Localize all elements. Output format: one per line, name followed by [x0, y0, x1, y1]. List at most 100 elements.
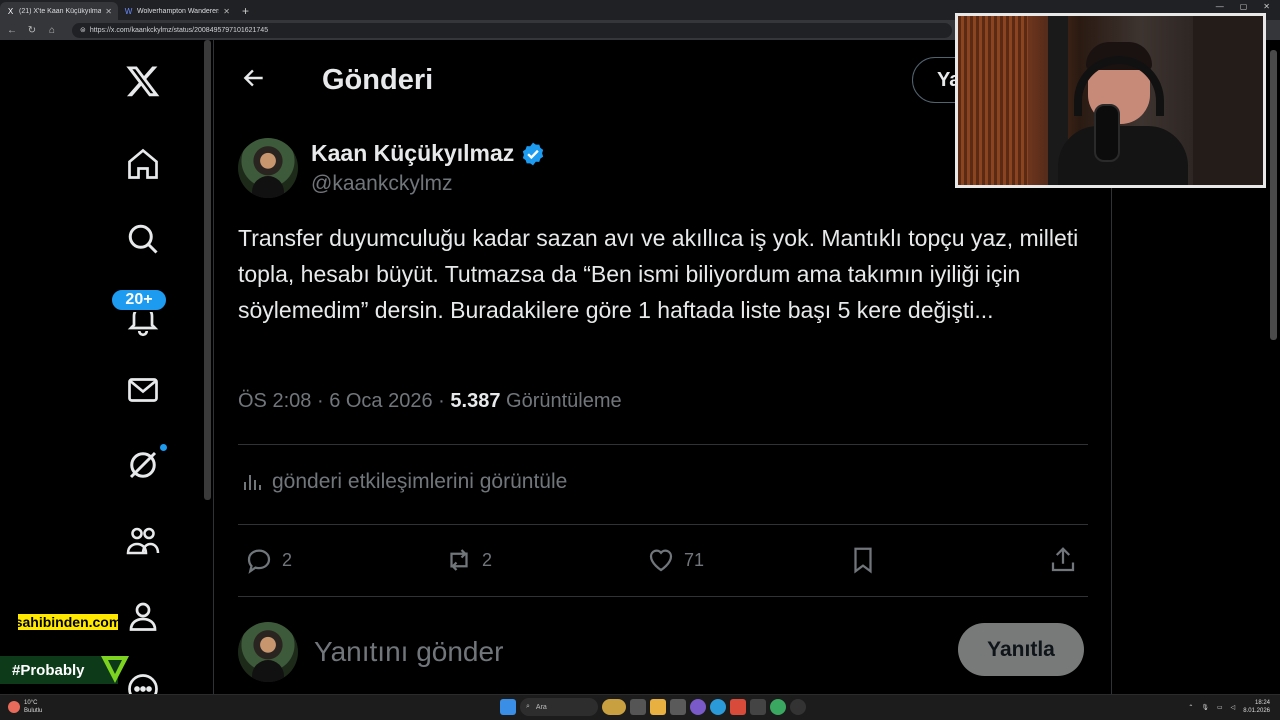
window-controls: — ▢ ✕ [1216, 2, 1270, 11]
chevron-up-icon[interactable]: ⌃ [1188, 704, 1193, 711]
system-tray: ⌃ 🎙 ▭ ◁ 18:24 8.01.2026 [1188, 699, 1270, 715]
like-count: 71 [684, 549, 705, 570]
url-field[interactable]: ⊜ https://x.com/kaankckylmz/status/20084… [72, 22, 952, 38]
probably-logo-icon [101, 656, 129, 683]
chrome-icon[interactable] [770, 699, 786, 715]
file-explorer-icon[interactable] [650, 699, 666, 715]
meta-separator: · [438, 390, 445, 412]
arrow-left-icon [243, 69, 263, 87]
app-icon[interactable] [750, 699, 766, 715]
share-icon [1051, 547, 1075, 572]
taskbar-search[interactable]: ⌕ Ara [520, 698, 598, 716]
author-handle[interactable]: @kaankckylmz [311, 172, 453, 196]
close-tab-icon[interactable]: ✕ [223, 7, 230, 16]
reply-input[interactable]: Yanıtını gönder [314, 636, 503, 668]
views-count: 5.387 [450, 390, 501, 412]
clock-date: 8.01.2026 [1243, 708, 1270, 714]
views-label: Görüntüleme [506, 390, 622, 412]
like-action[interactable]: 71 [646, 538, 704, 582]
verified-badge-icon [523, 142, 544, 165]
communities-icon[interactable] [122, 520, 164, 562]
author-name-text: Kaan Küçükyılmaz [311, 140, 515, 166]
repost-action[interactable]: 2 [444, 538, 492, 582]
search-icon[interactable] [122, 218, 164, 260]
app-icon[interactable] [730, 699, 746, 715]
app-icon[interactable] [690, 699, 706, 715]
taskbar-search-placeholder: Ara [535, 703, 547, 711]
reply-submit-button[interactable]: Yanıtla [958, 623, 1084, 676]
meta-separator: · [316, 390, 324, 412]
wolves-favicon-icon: W [124, 6, 133, 16]
reply-icon [247, 549, 271, 574]
x-logo-icon[interactable] [122, 60, 164, 102]
microphone-icon [1094, 104, 1120, 162]
profile-icon[interactable] [122, 595, 164, 637]
tab-title: (21) X'te Kaan Küçükyılmaz: "Transfer [19, 7, 102, 15]
app-icon[interactable] [670, 699, 686, 715]
edge-icon[interactable] [710, 699, 726, 715]
webcam-overlay [955, 13, 1266, 188]
system-clock[interactable]: 18:24 8.01.2026 [1243, 699, 1270, 715]
page-title: Gönderi [322, 64, 434, 96]
weather-icon [8, 701, 20, 713]
widgets-icon[interactable] [602, 699, 626, 715]
sidebar-scrollbar[interactable] [204, 40, 211, 500]
streamer [1058, 42, 1188, 185]
webcam-background [1193, 16, 1263, 185]
column-divider [213, 40, 214, 694]
reply-composer: Yanıtını gönder Yanıtla [238, 620, 1088, 686]
divider [238, 596, 1088, 597]
bookmark-icon [854, 547, 872, 574]
share-action[interactable] [1048, 538, 1078, 582]
repost-icon [450, 549, 468, 571]
x-favicon-icon: X [7, 6, 14, 16]
tweet-time[interactable]: ÖS 2:08 [238, 390, 311, 412]
webcam-wall-panel [958, 16, 1028, 185]
microphone-tray-icon[interactable]: 🎙 [1201, 704, 1209, 711]
tweet-meta: ÖS 2:08 · 6 Oca 2026 · 5.387 Görüntüleme [238, 390, 622, 413]
grok-notification-dot [158, 442, 169, 453]
browser-tab-active[interactable]: X (21) X'te Kaan Küçükyılmaz: "Transfer … [0, 2, 118, 20]
notifications-badge: 20+ [110, 288, 168, 312]
engagements-link-text: gönderi etkileşimlerini görüntüle [272, 470, 568, 493]
search-icon: ⌕ [526, 703, 530, 710]
new-tab-button[interactable]: + [236, 2, 255, 20]
page-scrollbar[interactable] [1270, 50, 1277, 340]
minimize-icon[interactable]: — [1216, 2, 1224, 11]
reply-action[interactable]: 2 [244, 538, 292, 582]
messages-icon[interactable] [122, 369, 164, 411]
network-icon[interactable]: ▭ [1217, 704, 1223, 711]
tweet-actions: 2 2 71 [238, 538, 1088, 582]
taskbar-apps: ⌕ Ara [500, 698, 806, 716]
divider [238, 444, 1088, 445]
site-info-icon[interactable]: ⊜ [80, 26, 86, 34]
browser-tab[interactable]: W Wolverhampton Wanderers - Kulüp ✕ [118, 2, 236, 20]
tab-title: Wolverhampton Wanderers - Kulüp [137, 7, 220, 15]
windows-taskbar: 10°C Bulutlu ⌕ Ara ⌃ 🎙 ▭ ◁ 18:24 8.01.20… [0, 694, 1280, 720]
home-icon[interactable]: ⌂ [46, 25, 58, 36]
analytics-icon [244, 475, 261, 490]
back-icon[interactable]: ← [6, 25, 18, 36]
volume-icon[interactable]: ◁ [1231, 704, 1236, 711]
close-window-icon[interactable]: ✕ [1263, 2, 1270, 11]
start-icon[interactable] [500, 699, 516, 715]
user-avatar[interactable] [238, 622, 298, 682]
bookmark-action[interactable] [848, 538, 878, 582]
app-icon[interactable] [790, 699, 806, 715]
weather-widget[interactable]: 10°C Bulutlu [8, 699, 42, 715]
grok-icon[interactable] [122, 444, 164, 486]
repost-count: 2 [482, 549, 493, 570]
weather-condition: Bulutlu [24, 708, 43, 714]
back-button[interactable] [240, 64, 268, 92]
author-name[interactable]: Kaan Küçükyılmaz [311, 140, 546, 167]
sponsor-logo: sahibinden.com [14, 612, 122, 632]
close-tab-icon[interactable]: ✕ [105, 7, 112, 16]
tweet-date[interactable]: 6 Oca 2026 [329, 390, 432, 412]
maximize-icon[interactable]: ▢ [1240, 2, 1248, 11]
view-engagements-link[interactable]: gönderi etkileşimlerini görüntüle [240, 470, 567, 494]
task-view-icon[interactable] [630, 699, 646, 715]
clock-time: 18:24 [1254, 700, 1270, 706]
home-icon[interactable] [122, 143, 164, 185]
author-avatar[interactable] [238, 138, 298, 198]
reload-icon[interactable]: ↻ [26, 25, 38, 36]
